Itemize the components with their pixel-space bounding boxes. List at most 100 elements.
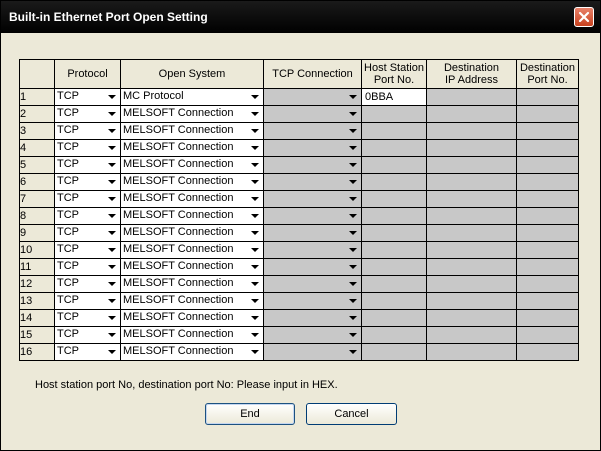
tcp-connection-select-arrow[interactable] — [345, 107, 361, 122]
tcp-connection-select-arrow[interactable] — [345, 141, 361, 156]
tcp-connection-select-arrow[interactable] — [345, 243, 361, 258]
open-system-select-arrow[interactable] — [247, 175, 263, 190]
open-system-select-arrow[interactable] — [247, 192, 263, 207]
protocol-select[interactable]: TCP — [56, 294, 120, 309]
open-system-select-arrow[interactable] — [247, 141, 263, 156]
open-system-select[interactable]: MELSOFT Connection — [122, 345, 263, 360]
host-port-cell[interactable] — [361, 190, 427, 208]
tcp-connection-select-arrow[interactable] — [345, 226, 361, 241]
host-port-cell[interactable] — [361, 139, 427, 157]
title-bar[interactable]: Built-in Ethernet Port Open Setting — [1, 1, 600, 33]
tcp-connection-select-arrow[interactable] — [345, 260, 361, 275]
protocol-select-arrow[interactable] — [104, 311, 120, 326]
open-system-select-arrow[interactable] — [247, 226, 263, 241]
tcp-connection-select-arrow[interactable] — [345, 209, 361, 224]
tcp-connection-select-arrow[interactable] — [345, 90, 361, 105]
open-system-select[interactable]: MELSOFT Connection — [122, 226, 263, 241]
tcp-connection-select[interactable] — [265, 311, 361, 326]
open-system-select-arrow[interactable] — [247, 243, 263, 258]
protocol-select[interactable]: TCP — [56, 277, 120, 292]
tcp-connection-select[interactable] — [265, 243, 361, 258]
host-port-cell[interactable]: 0BBA — [361, 88, 427, 106]
protocol-select-arrow[interactable] — [104, 124, 120, 139]
open-system-select[interactable]: MELSOFT Connection — [122, 243, 263, 258]
open-system-select-arrow[interactable] — [247, 158, 263, 173]
protocol-select[interactable]: TCP — [56, 175, 120, 190]
protocol-select[interactable]: TCP — [56, 158, 120, 173]
host-port-cell[interactable] — [361, 224, 427, 242]
host-port-cell[interactable] — [361, 241, 427, 259]
tcp-connection-select-arrow[interactable] — [345, 158, 361, 173]
open-system-select[interactable]: MELSOFT Connection — [122, 209, 263, 224]
open-system-select-arrow[interactable] — [247, 260, 263, 275]
protocol-select-arrow[interactable] — [104, 260, 120, 275]
protocol-select-arrow[interactable] — [104, 277, 120, 292]
host-port-cell[interactable] — [361, 309, 427, 327]
host-port-cell[interactable] — [361, 292, 427, 310]
host-port-cell[interactable] — [361, 173, 427, 191]
tcp-connection-select[interactable] — [265, 90, 361, 105]
protocol-select-arrow[interactable] — [104, 345, 120, 360]
protocol-select[interactable]: TCP — [56, 311, 120, 326]
host-port-cell[interactable] — [361, 258, 427, 276]
protocol-select-arrow[interactable] — [104, 90, 120, 105]
open-system-select-arrow[interactable] — [247, 345, 263, 360]
cancel-button[interactable]: Cancel — [306, 403, 397, 425]
tcp-connection-select[interactable] — [265, 192, 361, 207]
protocol-select[interactable]: TCP — [56, 141, 120, 156]
tcp-connection-select-arrow[interactable] — [345, 294, 361, 309]
protocol-select-arrow[interactable] — [104, 209, 120, 224]
open-system-select[interactable]: MELSOFT Connection — [122, 328, 263, 343]
host-port-cell[interactable] — [361, 275, 427, 293]
open-system-select-arrow[interactable] — [247, 277, 263, 292]
open-system-select-arrow[interactable] — [247, 311, 263, 326]
tcp-connection-select[interactable] — [265, 260, 361, 275]
protocol-select[interactable]: TCP — [56, 124, 120, 139]
tcp-connection-select[interactable] — [265, 328, 361, 343]
protocol-select-arrow[interactable] — [104, 294, 120, 309]
protocol-select[interactable]: TCP — [56, 260, 120, 275]
protocol-select[interactable]: TCP — [56, 90, 120, 105]
protocol-select[interactable]: TCP — [56, 192, 120, 207]
tcp-connection-select[interactable] — [265, 209, 361, 224]
protocol-select-arrow[interactable] — [104, 226, 120, 241]
tcp-connection-select[interactable] — [265, 158, 361, 173]
protocol-select[interactable]: TCP — [56, 107, 120, 122]
protocol-select-arrow[interactable] — [104, 328, 120, 343]
open-system-select-arrow[interactable] — [247, 209, 263, 224]
protocol-select-arrow[interactable] — [104, 243, 120, 258]
tcp-connection-select-arrow[interactable] — [345, 192, 361, 207]
tcp-connection-select-arrow[interactable] — [345, 328, 361, 343]
host-port-cell[interactable] — [361, 207, 427, 225]
tcp-connection-select-arrow[interactable] — [345, 345, 361, 360]
open-system-select[interactable]: MELSOFT Connection — [122, 158, 263, 173]
tcp-connection-select-arrow[interactable] — [345, 277, 361, 292]
open-system-select-arrow[interactable] — [247, 107, 263, 122]
protocol-select-arrow[interactable] — [104, 175, 120, 190]
protocol-select[interactable]: TCP — [56, 226, 120, 241]
tcp-connection-select[interactable] — [265, 107, 361, 122]
tcp-connection-select[interactable] — [265, 175, 361, 190]
tcp-connection-select-arrow[interactable] — [345, 175, 361, 190]
open-system-select[interactable]: MELSOFT Connection — [122, 107, 263, 122]
open-system-select[interactable]: MC Protocol — [122, 90, 263, 105]
open-system-select[interactable]: MELSOFT Connection — [122, 260, 263, 275]
tcp-connection-select[interactable] — [265, 345, 361, 360]
open-system-select[interactable]: MELSOFT Connection — [122, 277, 263, 292]
open-system-select-arrow[interactable] — [247, 294, 263, 309]
protocol-select-arrow[interactable] — [104, 107, 120, 122]
tcp-connection-select[interactable] — [265, 124, 361, 139]
open-system-select-arrow[interactable] — [247, 90, 263, 105]
protocol-select[interactable]: TCP — [56, 345, 120, 360]
open-system-select[interactable]: MELSOFT Connection — [122, 192, 263, 207]
host-port-cell[interactable] — [361, 156, 427, 174]
host-port-cell[interactable] — [361, 105, 427, 123]
protocol-select-arrow[interactable] — [104, 192, 120, 207]
protocol-select-arrow[interactable] — [104, 141, 120, 156]
open-system-select-arrow[interactable] — [247, 328, 263, 343]
open-system-select[interactable]: MELSOFT Connection — [122, 311, 263, 326]
end-button[interactable]: End — [205, 403, 295, 425]
protocol-select[interactable]: TCP — [56, 328, 120, 343]
tcp-connection-select[interactable] — [265, 141, 361, 156]
host-port-cell[interactable] — [361, 343, 427, 361]
